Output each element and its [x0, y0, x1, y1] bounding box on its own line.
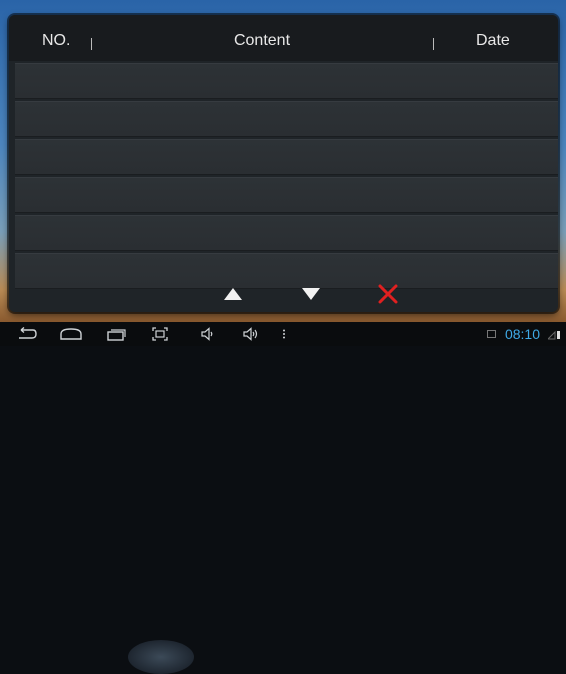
- screenshot-icon: [152, 327, 168, 341]
- triangle-down-icon: [302, 288, 320, 300]
- notification-icon[interactable]: [487, 330, 496, 338]
- volume-down-button[interactable]: [199, 322, 217, 346]
- table-controls: [9, 277, 558, 312]
- table-row[interactable]: [15, 63, 558, 99]
- table-row[interactable]: [15, 215, 558, 251]
- triangle-up-icon: [224, 288, 242, 300]
- delete-button[interactable]: [375, 281, 401, 307]
- table-row[interactable]: [15, 139, 558, 175]
- table-row[interactable]: [15, 177, 558, 213]
- column-divider: [433, 38, 434, 50]
- recent-apps-icon: [107, 328, 126, 341]
- home-button[interactable]: [58, 322, 84, 346]
- table-body: [15, 63, 558, 291]
- recent-apps-button[interactable]: [106, 322, 128, 346]
- menu-icon: [283, 329, 285, 339]
- close-icon: [378, 284, 398, 304]
- screenshot-button[interactable]: [150, 322, 170, 346]
- system-navigation-bar: 08:10: [0, 322, 566, 674]
- back-button[interactable]: [14, 322, 38, 346]
- volume-down-icon: [201, 327, 213, 341]
- table-row[interactable]: [15, 101, 558, 137]
- column-header-content[interactable]: Content: [9, 15, 515, 61]
- column-header-date[interactable]: Date: [476, 15, 510, 61]
- table-header: NO. Content Date: [9, 15, 558, 61]
- screenshot-highlight: [128, 640, 194, 674]
- volume-up-icon: [243, 327, 258, 341]
- scroll-down-button[interactable]: [298, 281, 324, 307]
- scroll-up-button[interactable]: [220, 281, 246, 307]
- back-icon: [19, 327, 37, 339]
- signal-battery-icon: [548, 330, 560, 340]
- menu-button[interactable]: [280, 322, 288, 346]
- status-clock[interactable]: 08:10: [505, 322, 540, 346]
- home-icon: [60, 328, 82, 340]
- records-panel: NO. Content Date: [9, 15, 558, 312]
- volume-up-button[interactable]: [241, 322, 261, 346]
